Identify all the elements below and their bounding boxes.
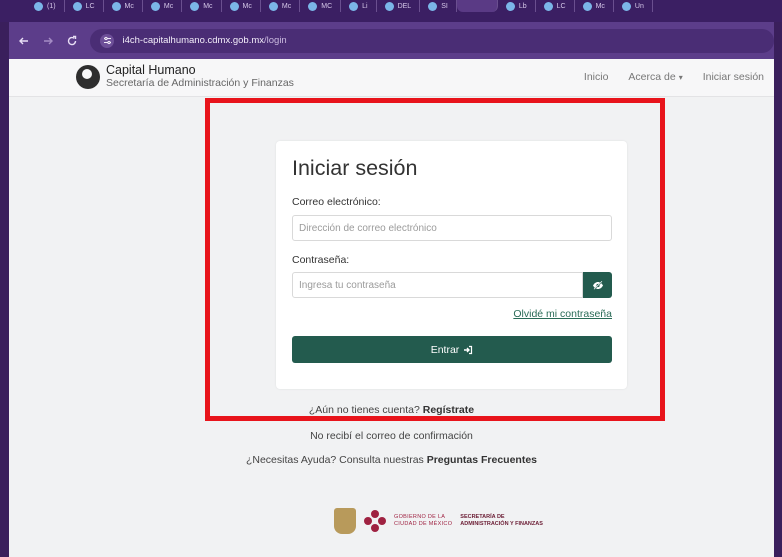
tab-favicon-icon: [349, 1, 359, 11]
browser-tab[interactable]: Mc: [143, 0, 183, 12]
brand-title: Capital Humano: [106, 63, 196, 77]
tab-favicon-icon: [229, 1, 239, 11]
tab-favicon-icon: [505, 1, 515, 11]
tab-favicon-icon: [384, 1, 394, 11]
cdmx-logo-icon: [364, 510, 386, 532]
browser-toolbar: i4ch-capitalhumano.cdmx.gob.mx/login: [9, 22, 774, 59]
nav-home-link[interactable]: Inicio: [584, 71, 609, 83]
browser-tab[interactable]: Un: [614, 0, 653, 12]
tab-favicon-icon: [308, 1, 318, 11]
brand-subtitle: Secretaría de Administración y Finanzas: [106, 77, 294, 89]
browser-tab[interactable]: Mc: [104, 0, 143, 12]
browser-tab[interactable]: (1): [26, 0, 65, 12]
tab-favicon-icon: [190, 1, 200, 11]
browser-tab-active[interactable]: [456, 0, 498, 12]
brand-link[interactable]: Capital Humano Secretaría de Administrac…: [76, 64, 294, 90]
tab-favicon-icon: [543, 1, 553, 11]
nav-login-link[interactable]: Iniciar sesión: [703, 71, 764, 83]
site-header: Capital Humano Secretaría de Administrac…: [9, 59, 774, 97]
secretaria-text: SECRETARÍA DE ADMINISTRACIÓN Y FINANZAS: [460, 514, 543, 527]
site-settings-icon[interactable]: [100, 33, 115, 48]
browser-tab[interactable]: Mc: [261, 0, 301, 12]
faq-link[interactable]: Preguntas Frecuentes: [427, 454, 537, 466]
gob-cdmx-text: GOBIERNO DE LA CIUDAD DE MÉXICO: [394, 514, 453, 527]
window-frame-left: [0, 0, 9, 557]
browser-tab[interactable]: Mc: [182, 0, 222, 12]
capital-humano-logo-icon: [76, 65, 100, 89]
coat-of-arms-icon: [334, 508, 356, 534]
browser-tab[interactable]: DEL: [377, 0, 421, 12]
tab-favicon-icon: [428, 1, 438, 11]
tab-favicon-icon: [150, 1, 160, 11]
back-arrow-icon[interactable]: [15, 32, 33, 50]
tab-favicon-icon: [72, 1, 82, 11]
tab-favicon-icon: [34, 1, 43, 11]
help-prompt: ¿Necesitas Ayuda? Consulta nuestras: [245, 454, 424, 466]
caret-down-icon: ▾: [678, 73, 683, 82]
tab-favicon-icon: [582, 1, 592, 11]
browser-tab[interactable]: LC: [65, 0, 104, 12]
main-nav: Inicio Acerca de ▾ Iniciar sesión: [584, 71, 764, 83]
highlight-rectangle: [205, 98, 665, 421]
confirm-email-link[interactable]: No recibí el correo de confirmación: [9, 430, 774, 442]
browser-tab[interactable]: Mc: [222, 0, 261, 12]
forward-arrow-icon[interactable]: [39, 32, 57, 50]
nav-about-dropdown[interactable]: Acerca de ▾: [628, 71, 682, 83]
browser-tab[interactable]: MC: [300, 0, 342, 12]
help-row: ¿Necesitas Ayuda? Consulta nuestras Preg…: [9, 454, 774, 466]
address-bar[interactable]: i4ch-capitalhumano.cdmx.gob.mx/login: [90, 28, 774, 53]
tab-favicon-icon: [621, 1, 631, 11]
window-frame-right: [774, 0, 782, 557]
browser-tab[interactable]: Li: [341, 0, 377, 12]
browser-tab[interactable]: Mc: [575, 0, 614, 12]
browser-tab[interactable]: Lb: [498, 0, 536, 12]
url-text: i4ch-capitalhumano.cdmx.gob.mx/login: [122, 35, 287, 46]
browser-tab[interactable]: SI: [420, 0, 457, 12]
tab-favicon-icon: [268, 1, 278, 11]
tab-favicon-icon: [111, 1, 121, 11]
footer-logos: GOBIERNO DE LA CIUDAD DE MÉXICO SECRETAR…: [334, 508, 543, 534]
browser-tab-strip: (1) LC Mc Mc Mc Mc Mc MC Li DEL SI Lb LC…: [0, 0, 782, 22]
browser-tab[interactable]: LC: [536, 0, 575, 12]
reload-icon[interactable]: [63, 32, 81, 50]
